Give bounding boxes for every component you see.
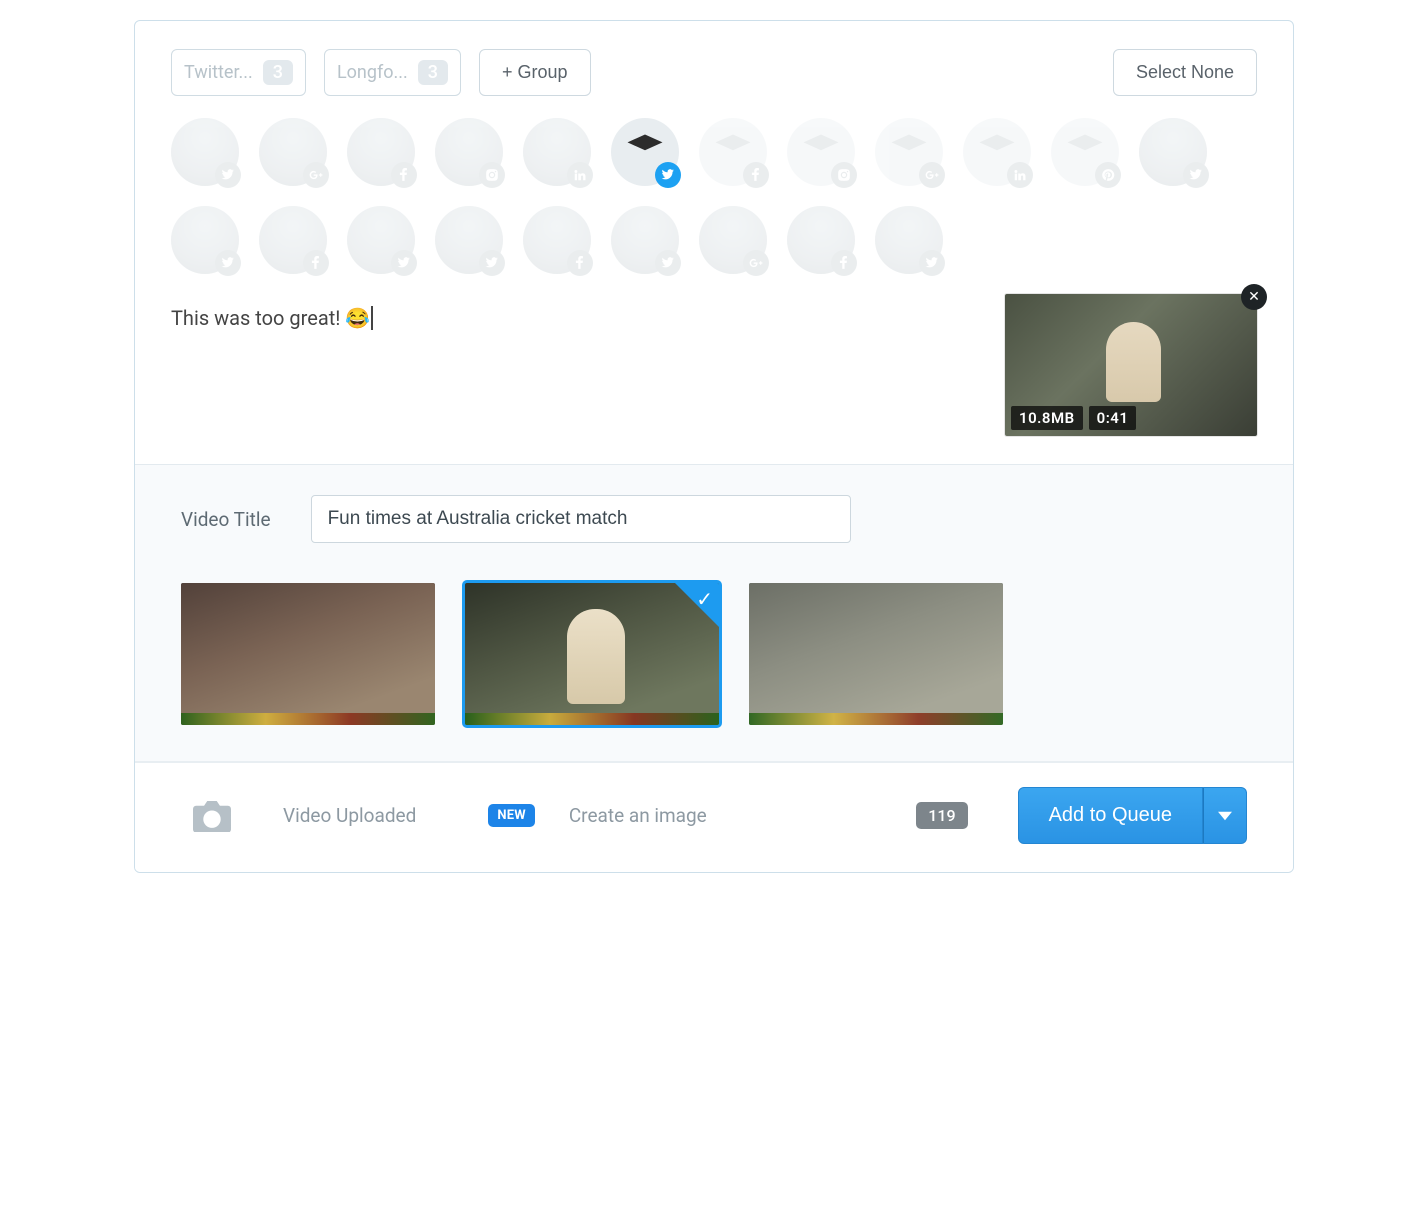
check-icon: ✓ xyxy=(696,587,713,611)
profile-avatar[interactable] xyxy=(699,206,767,274)
profile-avatar[interactable] xyxy=(963,118,1031,186)
profile-avatar[interactable] xyxy=(787,118,855,186)
profile-avatar[interactable] xyxy=(611,206,679,274)
facebook-icon xyxy=(303,250,329,276)
twitter-icon xyxy=(215,162,241,188)
thumbnail-option-1[interactable] xyxy=(181,583,435,725)
char-count: 119 xyxy=(916,802,967,829)
close-icon[interactable]: ✕ xyxy=(1241,284,1267,310)
profile-avatar[interactable] xyxy=(523,118,591,186)
queue-button-group: Add to Queue xyxy=(1018,787,1247,844)
profile-avatar[interactable] xyxy=(699,118,767,186)
group-chip-longform[interactable]: Longfo... 3 xyxy=(324,49,461,96)
twitter-icon xyxy=(655,162,681,188)
twitter-icon xyxy=(391,250,417,276)
video-preview[interactable]: ✕ 10.8MB 0:41 xyxy=(1005,294,1257,436)
facebook-icon xyxy=(743,162,769,188)
twitter-icon xyxy=(655,250,681,276)
bottom-bar: Video Uploaded NEW Create an image 119 A… xyxy=(135,761,1293,872)
profile-avatar[interactable] xyxy=(875,118,943,186)
linkedin-icon xyxy=(1007,162,1033,188)
profile-avatar[interactable] xyxy=(787,206,855,274)
linkedin-icon xyxy=(567,162,593,188)
twitter-icon xyxy=(479,250,505,276)
video-title-input[interactable] xyxy=(311,495,851,543)
video-size: 10.8MB xyxy=(1011,406,1083,430)
compose-area[interactable]: This was too great! 😂 ✕ 10.8MB 0:41 xyxy=(135,284,1293,464)
group-label: Longfo... xyxy=(337,62,408,83)
top-bar: Twitter... 3 Longfo... 3 + Group Select … xyxy=(135,21,1293,106)
profile-avatar[interactable] xyxy=(435,118,503,186)
video-meta-section: Video Title ✓ xyxy=(135,464,1293,761)
group-chip-twitter[interactable]: Twitter... 3 xyxy=(171,49,306,96)
chevron-down-icon xyxy=(1218,809,1232,823)
profile-avatar[interactable] xyxy=(171,118,239,186)
add-group-button[interactable]: + Group xyxy=(479,49,591,96)
new-badge: NEW xyxy=(488,804,534,827)
googleplus-icon xyxy=(303,162,329,188)
profile-avatar[interactable] xyxy=(259,118,327,186)
thumbnail-option-3[interactable] xyxy=(749,583,1003,725)
camera-icon[interactable] xyxy=(193,801,231,831)
select-none-button[interactable]: Select None xyxy=(1113,49,1257,96)
thumbnail-option-2[interactable]: ✓ xyxy=(465,583,719,725)
video-title-label: Video Title xyxy=(181,508,271,531)
video-uploaded-label: Video Uploaded xyxy=(283,804,416,827)
googleplus-icon xyxy=(919,162,945,188)
add-to-queue-button[interactable]: Add to Queue xyxy=(1018,787,1203,844)
instagram-icon xyxy=(479,162,505,188)
googleplus-icon xyxy=(743,250,769,276)
instagram-icon xyxy=(831,162,857,188)
group-count: 3 xyxy=(418,60,448,85)
profile-avatar[interactable] xyxy=(1051,118,1119,186)
composer-panel: Twitter... 3 Longfo... 3 + Group Select … xyxy=(134,20,1294,873)
pinterest-icon xyxy=(1095,162,1121,188)
twitter-icon xyxy=(1183,162,1209,188)
profile-grid xyxy=(135,106,1293,284)
profile-avatar[interactable] xyxy=(1139,118,1207,186)
create-image-link[interactable]: Create an image xyxy=(569,804,707,827)
twitter-icon xyxy=(215,250,241,276)
group-label: Twitter... xyxy=(184,62,253,83)
profile-avatar[interactable] xyxy=(347,118,415,186)
twitter-icon xyxy=(919,250,945,276)
video-duration: 0:41 xyxy=(1089,406,1137,430)
profile-avatar[interactable] xyxy=(435,206,503,274)
facebook-icon xyxy=(391,162,417,188)
thumbnail-row: ✓ xyxy=(181,583,1247,725)
profile-avatar[interactable] xyxy=(171,206,239,274)
group-count: 3 xyxy=(263,60,293,85)
profile-avatar[interactable] xyxy=(611,118,679,186)
profile-avatar[interactable] xyxy=(347,206,415,274)
facebook-icon xyxy=(831,250,857,276)
profile-avatar[interactable] xyxy=(259,206,327,274)
profile-avatar[interactable] xyxy=(523,206,591,274)
compose-text[interactable]: This was too great! 😂 xyxy=(171,306,823,330)
queue-dropdown-button[interactable] xyxy=(1203,787,1247,844)
profile-avatar[interactable] xyxy=(875,206,943,274)
facebook-icon xyxy=(567,250,593,276)
